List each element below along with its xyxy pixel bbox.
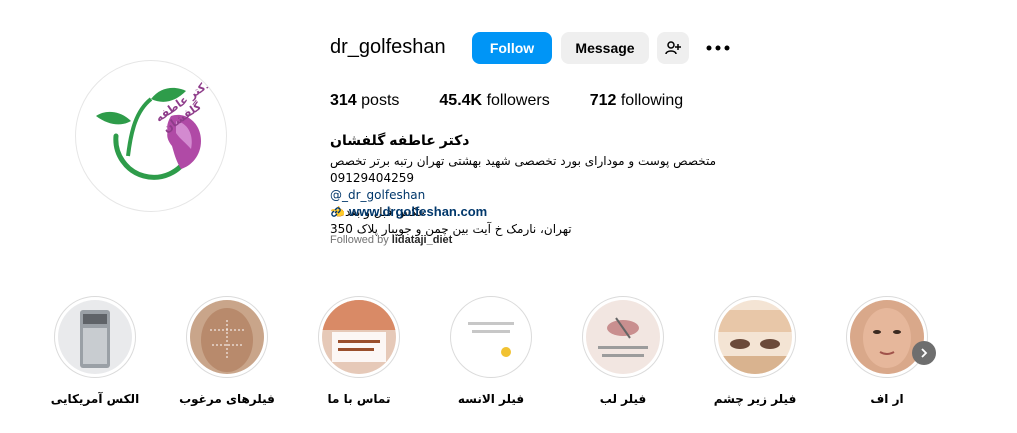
username: dr_golfeshan [330,36,446,58]
highlight-thumbnail [190,300,264,374]
posts-count: 314 [330,92,357,109]
bio: دکتر عاطفه گلفشان متخصص پوست و مو‌دارای … [330,132,800,238]
highlight-ring [714,296,796,378]
highlight-item[interactable]: تماس با ما [304,296,414,406]
bio-line-1: متخصص پوست و مو‌دارای بورد تخصصی شهید به… [330,154,717,185]
profile-stats: 314 posts 45.4K followers 712 following [330,92,723,110]
story-highlights: الکس آمریکایی فیلرهای مرغوب تماس با ما ف… [0,296,1017,426]
highlight-ring [186,296,268,378]
highlights-next-button[interactable] [912,341,936,365]
highlight-item[interactable]: فیلر زیر چشم [700,296,810,406]
following-label: following [620,92,684,109]
highlight-item[interactable]: فیلرهای مرغوب [172,296,282,406]
highlight-label: تماس با ما [327,392,391,406]
highlight-label: الکس آمریکایی [50,392,140,406]
posts-stat[interactable]: 314 posts [330,92,399,110]
add-user-icon [665,41,681,55]
more-options-button[interactable] [704,36,732,60]
chevron-right-icon [921,348,928,358]
highlight-ring [54,296,136,378]
highlight-ring [582,296,664,378]
highlight-ring [450,296,532,378]
followers-label: followers [486,92,550,109]
highlight-thumbnail [718,300,792,374]
highlight-label: فیلر زیر چشم [713,392,797,406]
highlight-ring [846,296,928,378]
link-icon [331,206,341,217]
following-count: 712 [589,92,617,109]
highlight-thumbnail [586,300,660,374]
bio-name: دکتر عاطفه گلفشان [330,132,470,148]
highlight-ring [318,296,400,378]
followers-count: 45.4K [439,92,483,109]
highlight-thumbnail [850,300,924,374]
website-text[interactable]: www.drgolfeshan.com [349,204,487,219]
highlight-thumbnail [58,300,132,374]
profile-avatar[interactable]: دکتر عاطفه گلفشان [75,60,227,212]
highlight-label: فیلر لب [599,392,647,406]
message-button[interactable]: Message [561,32,649,64]
highlight-label: فیلرهای مرغوب [179,392,275,406]
highlight-thumbnail [322,300,396,374]
posts-label: posts [361,92,400,109]
followed-by-user[interactable]: lidataji_diet [392,234,453,246]
highlight-item[interactable]: فیلر الانسه [436,296,546,406]
highlight-thumbnail [454,300,528,374]
highlight-item[interactable]: فیلر لب [568,296,678,406]
followed-by[interactable]: Followed by lidataji_diet [330,234,452,246]
followers-stat[interactable]: 45.4K followers [439,92,549,110]
following-stat[interactable]: 712 following [590,92,683,110]
highlight-item[interactable]: الکس آمریکایی [40,296,150,406]
highlight-label: فیلر الانسه [457,392,525,406]
bio-mention-link[interactable]: dr_golfeshan_@ [330,187,800,204]
highlight-label: ار اف [870,392,904,406]
more-dots-icon [706,45,730,51]
add-user-button[interactable] [657,32,689,64]
follow-button[interactable]: Follow [472,32,552,64]
website-link[interactable]: www.drgolfeshan.com [330,204,487,219]
followed-by-prefix: Followed by [330,234,392,246]
